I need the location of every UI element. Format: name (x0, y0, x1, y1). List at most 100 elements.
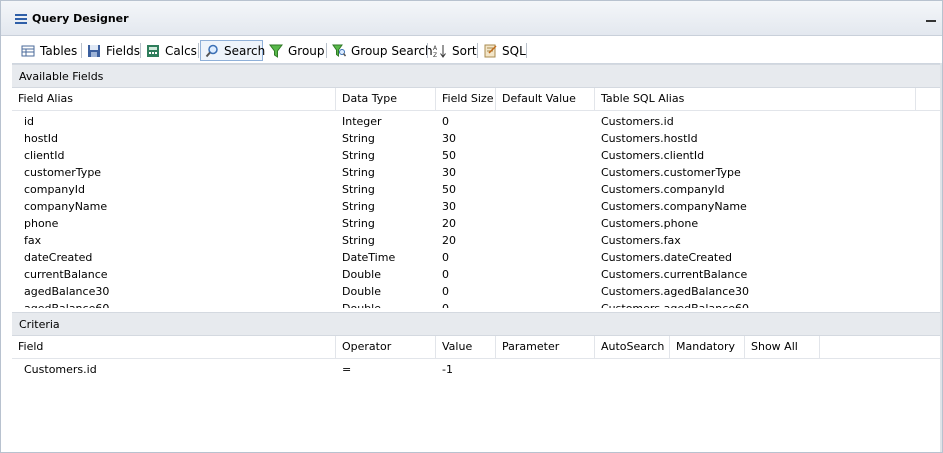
menu-icon[interactable] (15, 14, 27, 24)
field-cell: id (24, 115, 35, 128)
field-cell: Customers.companyId (601, 183, 725, 196)
field-row[interactable]: customerType String 30 Customers.customerTy… (12, 164, 912, 181)
field-cell: 30 (442, 166, 456, 179)
right-edge (940, 63, 942, 452)
tab-search[interactable]: Search (200, 40, 265, 61)
criteria-cell: -1 (442, 363, 453, 376)
column-header-show-all[interactable]: Show All (745, 336, 820, 358)
field-cell: hostId (24, 132, 58, 145)
criteria-row[interactable]: Customers.id = -1 (12, 361, 912, 378)
field-cell: String (342, 217, 375, 230)
filter-icon (269, 44, 283, 58)
sql-icon (483, 44, 497, 58)
column-header-field[interactable]: Field (12, 336, 336, 358)
field-cell: dateCreated (24, 251, 93, 264)
field-cell: Customers.agedBalance60 (589, 302, 749, 308)
field-cell: Customers.clientId (601, 149, 705, 162)
criteria-header: Criteria (12, 312, 942, 336)
field-cell: clientId (24, 149, 65, 162)
tab-fields[interactable]: Fields (83, 40, 144, 61)
field-row[interactable]: agedBalance60 Double 0 Customers.agedBalanc… (12, 300, 912, 308)
window-title: Query Designer (32, 12, 129, 25)
column-header-table-sql-alias[interactable]: Table SQL Alias (595, 88, 916, 110)
minimize-icon[interactable] (926, 20, 936, 22)
tab-separator (477, 43, 478, 58)
field-cell: Customers.id (601, 115, 674, 128)
tab-label: SQL (502, 43, 526, 58)
tab-label: Group Search (351, 43, 433, 58)
field-cell: 0 (442, 268, 449, 281)
field-cell: 0 (442, 251, 449, 264)
column-header-field-alias[interactable]: Field Alias (12, 88, 336, 110)
query-designer-window: Query Designer Tables Fields Calcs Searc… (0, 0, 943, 453)
search-icon (205, 44, 219, 58)
tab-group-search[interactable]: Group Search (328, 40, 437, 61)
column-header-mandatory[interactable]: Mandatory (670, 336, 745, 358)
field-cell: 30 (442, 200, 456, 213)
field-row[interactable]: companyName String 30 Customers.companyName (12, 198, 912, 215)
column-header-field-size[interactable]: Field Size (436, 88, 496, 110)
field-cell: Customers.customerType (601, 166, 741, 179)
field-cell: companyId (24, 183, 85, 196)
field-row[interactable]: agedBalance30 Double 0 Customers.agedBalanc… (12, 283, 912, 300)
field-cell: Customers.companyName (601, 200, 747, 213)
tab-group[interactable]: Group (265, 40, 329, 61)
field-row[interactable]: clientId String 50 Customers.clientId (12, 147, 912, 164)
available-fields-grid[interactable]: Field Alias Data Type Field Size Default… (12, 88, 942, 308)
tab-sql[interactable]: SQL (479, 40, 530, 61)
field-cell: agedBalance60 (12, 302, 109, 308)
field-cell: Customers.agedBalance30 (601, 285, 750, 298)
field-cell: String (342, 183, 375, 196)
tab-tables[interactable]: Tables (17, 40, 81, 61)
field-row[interactable]: id Integer 0 Customers.id (12, 113, 912, 130)
tab-separator (81, 43, 82, 58)
section-title: Available Fields (19, 70, 104, 83)
tab-label: Calcs (165, 43, 197, 58)
field-cell: String (342, 132, 375, 145)
column-header-operator[interactable]: Operator (336, 336, 436, 358)
tab-sort[interactable]: AZ Sort (429, 40, 481, 61)
available-fields-column-header: Field Alias Data Type Field Size Default… (12, 88, 942, 111)
available-fields-header: Available Fields (12, 64, 942, 88)
column-header-value[interactable]: Value (436, 336, 496, 358)
svg-text:Z: Z (433, 52, 437, 58)
criteria-grid[interactable]: Field Operator Value Parameter AutoSearc… (12, 336, 942, 452)
field-row[interactable]: companyId String 50 Customers.companyId (12, 181, 912, 198)
column-header-data-type[interactable]: Data Type (336, 88, 436, 110)
field-cell: String (342, 149, 375, 162)
field-cell: phone (24, 217, 59, 230)
field-cell: 20 (442, 217, 456, 230)
tab-toolbar: Tables Fields Calcs Search Group Group S… (1, 37, 942, 64)
field-cell: currentBalance (24, 268, 108, 281)
field-cell: Integer (342, 115, 382, 128)
field-cell: customerType (24, 166, 102, 179)
field-cell: fax (24, 234, 42, 247)
column-header-autosearch[interactable]: AutoSearch (595, 336, 670, 358)
tab-label: Group (288, 43, 325, 58)
field-cell: Customers.phone (601, 217, 699, 230)
field-cell: Customers.dateCreated (601, 251, 732, 264)
field-cell: Double (330, 302, 381, 308)
field-row[interactable]: phone String 20 Customers.phone (12, 215, 912, 232)
field-cell: 30 (442, 132, 456, 145)
tab-calcs[interactable]: Calcs (142, 40, 201, 61)
field-cell: 0 (430, 302, 449, 308)
field-row[interactable]: currentBalance Double 0 Customers.currentBa… (12, 266, 912, 283)
table-icon (21, 44, 35, 58)
column-header-default-value[interactable]: Default Value (496, 88, 595, 110)
field-cell: DateTime (342, 251, 396, 264)
field-cell: String (342, 166, 375, 179)
field-row[interactable]: hostId String 30 Customers.hostId (12, 130, 912, 147)
tab-label: Fields (106, 43, 140, 58)
field-row[interactable]: fax String 20 Customers.fax (12, 232, 912, 249)
tab-separator (526, 43, 527, 58)
field-cell: String (342, 200, 375, 213)
field-cell: companyName (24, 200, 108, 213)
field-cell: Customers.hostId (601, 132, 698, 145)
column-header-parameter[interactable]: Parameter (496, 336, 595, 358)
tab-label: Sort (452, 43, 477, 58)
tab-separator (140, 43, 141, 58)
sort-az-icon: AZ (433, 44, 447, 59)
field-row[interactable]: dateCreated DateTime 0 Customers.dateCreate… (12, 249, 912, 266)
criteria-cell: Customers.id (24, 363, 97, 376)
